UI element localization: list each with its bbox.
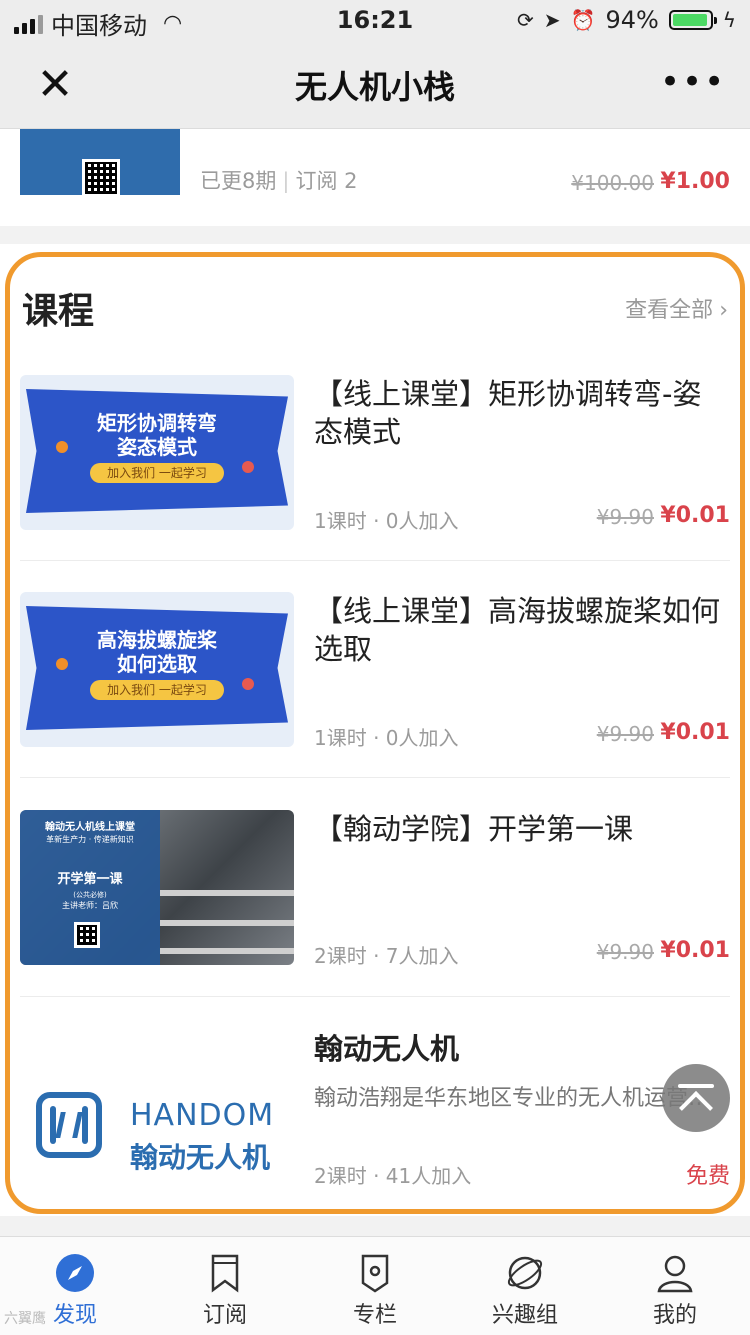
original-price: ¥100.00 [571,171,654,195]
free-badge: 免费 [685,1164,730,1189]
overlay-line1: 翰动无人机线上课堂 [45,822,135,833]
original-price: ¥9.90 [596,722,654,746]
thumb-pill: 加入我们 一起学习 [90,463,224,483]
course-meta: 2课时 · 7人加入 [314,944,459,968]
status-bar: 中国移动 ◠ 16:21 ⟳ ➤ ⏰ 94% ϟ [0,0,750,40]
original-price: ¥9.90 [596,940,654,964]
logo-english: HANDOM [130,1098,275,1133]
planet-icon [507,1256,543,1290]
course-item[interactable]: HANDOM 翰动无人机 翰动无人机 翰动浩翔是华东地区专业的无人机运营服务商 … [0,1030,750,1247]
tab-bar: 发现 订阅 专栏 兴趣组 我的 [0,1236,750,1335]
course-meta: 1课时 · 0人加入 [314,509,459,533]
more-icon[interactable]: ••• [660,60,724,110]
tab-label: 专栏 [352,1303,397,1328]
column-meta: 已更8期 | 订阅 2 [200,169,358,193]
logo-chinese: 翰动无人机 [130,1141,271,1174]
divider [20,560,730,561]
watermark: 六翼鹰 [4,1311,46,1327]
page-title: 无人机小栈 [294,68,455,106]
overlay-line4: (公共必修) [73,891,107,899]
thumb-line2: 如何选取 [117,652,197,676]
sale-price: ¥1.00 [660,169,730,194]
original-price: ¥9.90 [596,505,654,529]
rotation-lock-icon: ⟳ [517,8,534,32]
charging-icon: ϟ [722,8,736,32]
tab-subscribe[interactable]: 订阅 [150,1237,300,1335]
tab-me[interactable]: 我的 [600,1237,750,1335]
course-meta: 1课时 · 0人加入 [314,726,459,750]
divider [20,777,730,778]
course-title: 【线上课堂】矩形协调转弯-姿态模式 [314,377,702,449]
compass-icon [56,1254,94,1292]
nav-bar: ✕ 无人机小栈 ••• [0,40,750,129]
back-to-top-button[interactable] [662,1064,730,1132]
section-title: 课程 [22,291,95,332]
thumb-line1: 矩形协调转弯 [97,411,217,435]
bookmark-icon [211,1254,239,1293]
status-right: ⟳ ➤ ⏰ 94% ϟ [517,6,736,34]
overlay-line5: 主讲老师：吕欣 [62,901,118,910]
course-meta: 2课时 · 41人加入 [314,1164,472,1188]
subscribers-count: 订阅 2 [295,169,358,193]
tab-label: 订阅 [202,1303,247,1328]
overlay-line2: 革新生产力 · 传递新知识 [46,835,134,844]
updates-count: 已更8期 [200,169,277,193]
tab-label: 我的 [652,1303,697,1328]
see-all-link[interactable]: 查看全部 › [625,292,728,324]
qr-code-icon [82,159,120,195]
location-icon: ➤ [543,8,561,32]
battery-percent: 94% [605,6,659,34]
chevron-right-icon: › [719,298,728,323]
course-title: 翰动无人机 [314,1032,460,1066]
thumb-line1: 高海拔螺旋桨 [97,628,217,652]
handom-logo: HANDOM 翰动无人机 [20,1070,294,1180]
course-title: 【线上课堂】高海拔螺旋桨如何选取 [314,594,721,666]
alarm-icon: ⏰ [570,8,596,32]
see-all-label: 查看全部 [625,298,714,323]
divider [20,996,730,997]
arrow-up-icon [679,1091,713,1125]
course-thumbnail: 翰动无人机线上课堂 革新生产力 · 传递新知识 开学第一课 (公共必修) 主讲老… [20,810,294,965]
close-icon[interactable]: ✕ [28,58,82,112]
tab-label: 兴趣组 [491,1303,558,1328]
overlay-line3: 开学第一课 [57,872,123,887]
back-to-top-bar [678,1084,714,1088]
column-thumbnail [20,129,180,195]
tab-interest-group[interactable]: 兴趣组 [450,1237,600,1335]
qr-code-icon [74,922,100,948]
course-thumbnail: 高海拔螺旋桨 如何选取 加入我们 一起学习 [20,592,294,747]
course-thumbnail: 矩形协调转弯 姿态模式 加入我们 一起学习 [20,375,294,530]
course-title: 【翰动学院】开学第一课 [314,812,634,846]
photo-overlay: 翰动无人机线上课堂 革新生产力 · 传递新知识 开学第一课 (公共必修) 主讲老… [20,810,160,965]
handom-logo-icon [36,1092,102,1158]
column-icon [361,1254,389,1293]
column-item[interactable]: 已更8期 | 订阅 2 ¥100.00 ¥1.00 [0,129,750,226]
thumb-line2: 姿态模式 [117,435,197,459]
sale-price: ¥0.01 [660,720,730,745]
sale-price: ¥0.01 [660,503,730,528]
course-item[interactable]: 翰动无人机线上课堂 革新生产力 · 传递新知识 开学第一课 (公共必修) 主讲老… [0,810,750,1027]
user-icon [657,1255,693,1293]
battery-icon [668,10,717,30]
sale-price: ¥0.01 [660,938,730,963]
tab-column[interactable]: 专栏 [300,1237,450,1335]
thumb-pill: 加入我们 一起学习 [90,680,224,700]
